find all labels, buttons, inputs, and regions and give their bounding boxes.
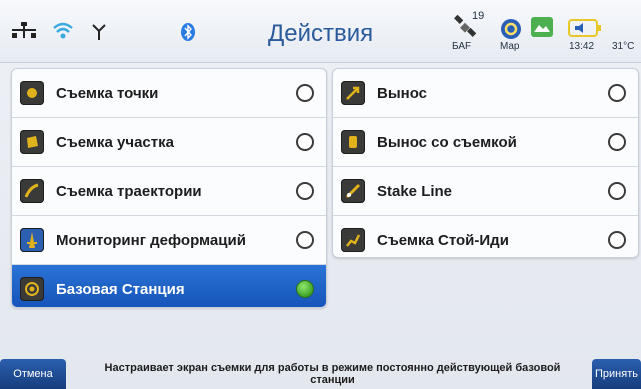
radio-button[interactable] <box>296 231 314 249</box>
action-label: Съемка точки <box>56 84 159 102</box>
radio-button[interactable] <box>296 84 314 102</box>
page-title: Действия <box>268 20 374 47</box>
action-label: Съемка Стой-Иди <box>377 231 509 249</box>
action-label: Съемка траектории <box>56 182 202 200</box>
survey-track-icon <box>20 179 44 203</box>
network-icon[interactable] <box>10 22 38 40</box>
action-stakeout[interactable]: Вынос <box>333 69 638 118</box>
action-base-station[interactable]: Базовая Станция <box>12 265 326 307</box>
radio-button-selected[interactable] <box>296 280 314 298</box>
radio-button[interactable] <box>296 133 314 151</box>
gps-status: БАF <box>452 41 472 52</box>
accept-button[interactable]: Принять <box>592 359 641 389</box>
action-survey-point[interactable]: Съемка точки <box>12 69 326 118</box>
actions-list-right: Вынос Вынос со съемкой Stake Line Съемка… <box>332 68 639 258</box>
action-deformation-monitoring[interactable]: Мониторинг деформаций <box>12 216 326 265</box>
action-label: Вынос <box>377 84 428 102</box>
stakeout-icon <box>341 81 365 105</box>
action-stake-line[interactable]: Stake Line <box>333 167 638 216</box>
satellite-count: 19 <box>472 10 485 22</box>
antenna-icon[interactable] <box>92 24 106 40</box>
action-label: Вынос со съемкой <box>377 133 517 151</box>
cancel-button[interactable]: Отмена <box>0 359 66 389</box>
action-label: Съемка участка <box>56 133 174 151</box>
monitoring-icon <box>20 228 44 252</box>
clock-time: 13:42 <box>569 41 595 52</box>
radio-button[interactable] <box>296 182 314 200</box>
map-icon[interactable] <box>500 18 522 40</box>
radio-button[interactable] <box>608 84 626 102</box>
base-station-icon <box>20 277 44 301</box>
wifi-icon[interactable] <box>52 22 74 40</box>
radio-button[interactable] <box>608 182 626 200</box>
stop-go-icon <box>341 228 365 252</box>
action-description: Настраивает экран съемки для работы в ре… <box>104 362 561 386</box>
radio-button[interactable] <box>608 231 626 249</box>
stakeout-survey-icon <box>341 130 365 154</box>
bluetooth-icon[interactable] <box>180 22 196 42</box>
stake-line-icon <box>341 179 365 203</box>
radio-button[interactable] <box>608 133 626 151</box>
action-stop-go[interactable]: Съемка Стой-Иди <box>333 216 638 257</box>
status-bar: Действия 19 БАF Map 13:42 31°C <box>0 0 641 63</box>
action-label: Базовая Станция <box>56 280 185 298</box>
action-stakeout-survey[interactable]: Вынос со съемкой <box>333 118 638 167</box>
camera-icon[interactable] <box>530 16 554 38</box>
action-label: Stake Line <box>377 182 453 200</box>
action-label: Мониторинг деформаций <box>56 231 246 249</box>
action-survey-track[interactable]: Съемка траектории <box>12 167 326 216</box>
map-label: Map <box>500 41 520 52</box>
survey-point-icon <box>20 81 44 105</box>
actions-list-left: Съемка точки Съемка участка Съемка траек… <box>11 68 327 308</box>
survey-area-icon <box>20 130 44 154</box>
temperature: 31°C <box>612 41 635 52</box>
battery-icon[interactable] <box>568 18 602 38</box>
action-survey-area[interactable]: Съемка участка <box>12 118 326 167</box>
